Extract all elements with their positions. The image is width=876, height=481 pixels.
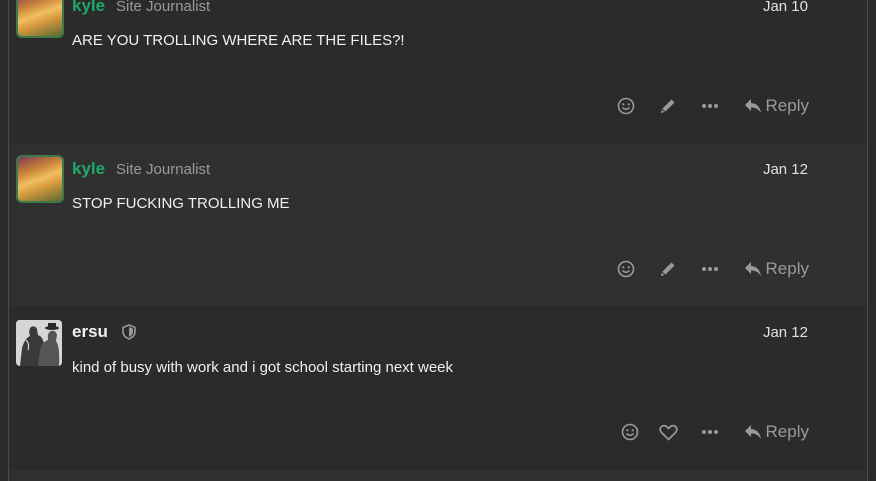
reply-button[interactable]: Reply <box>744 422 809 442</box>
emoji-reaction-icon[interactable] <box>620 423 640 441</box>
post: kyle Site Journalist Jan 10 ARE YOU TROL… <box>9 0 867 142</box>
post-body: ARE YOU TROLLING WHERE ARE THE FILES?! <box>72 32 405 49</box>
emoji-reaction-icon[interactable] <box>616 260 636 278</box>
topic-stream: kyle Site Journalist Jan 10 ARE YOU TROL… <box>8 0 868 481</box>
reply-label: Reply <box>765 259 809 278</box>
edit-pencil-icon[interactable] <box>658 260 678 278</box>
avatar[interactable] <box>16 155 64 203</box>
post-actions: Reply <box>620 418 809 446</box>
moderator-shield-icon <box>122 324 136 345</box>
avatar[interactable] <box>16 320 62 366</box>
user-title: Site Journalist <box>116 0 211 15</box>
post-body: kind of busy with work and i got school … <box>72 359 454 376</box>
post-date[interactable]: Jan 12 <box>763 161 808 178</box>
user-title: Site Journalist <box>116 161 211 178</box>
more-options-icon[interactable] <box>700 429 720 435</box>
reply-button[interactable]: Reply <box>744 96 809 116</box>
post-actions: Reply <box>616 92 809 120</box>
more-options-icon[interactable] <box>700 266 720 272</box>
reply-label: Reply <box>765 422 809 441</box>
edit-pencil-icon[interactable] <box>658 97 678 115</box>
username[interactable]: ersu <box>72 322 108 342</box>
like-heart-icon[interactable] <box>659 424 679 441</box>
username[interactable]: kyle <box>72 159 105 179</box>
post: kyle Site Journalist Jan 12 STOP FUCKING… <box>9 143 867 306</box>
post-body: STOP FUCKING TROLLING ME <box>72 195 290 212</box>
reply-label: Reply <box>765 96 809 115</box>
post <box>9 470 867 481</box>
post-actions: Reply <box>616 255 809 283</box>
username[interactable]: kyle <box>72 0 105 16</box>
post: ersu Jan 12 kind of busy with work and i… <box>9 306 867 470</box>
post-date[interactable]: Jan 10 <box>763 0 808 15</box>
avatar[interactable] <box>16 0 64 38</box>
emoji-reaction-icon[interactable] <box>616 97 636 115</box>
reply-button[interactable]: Reply <box>744 259 809 279</box>
post-date[interactable]: Jan 12 <box>763 324 808 341</box>
more-options-icon[interactable] <box>700 103 720 109</box>
